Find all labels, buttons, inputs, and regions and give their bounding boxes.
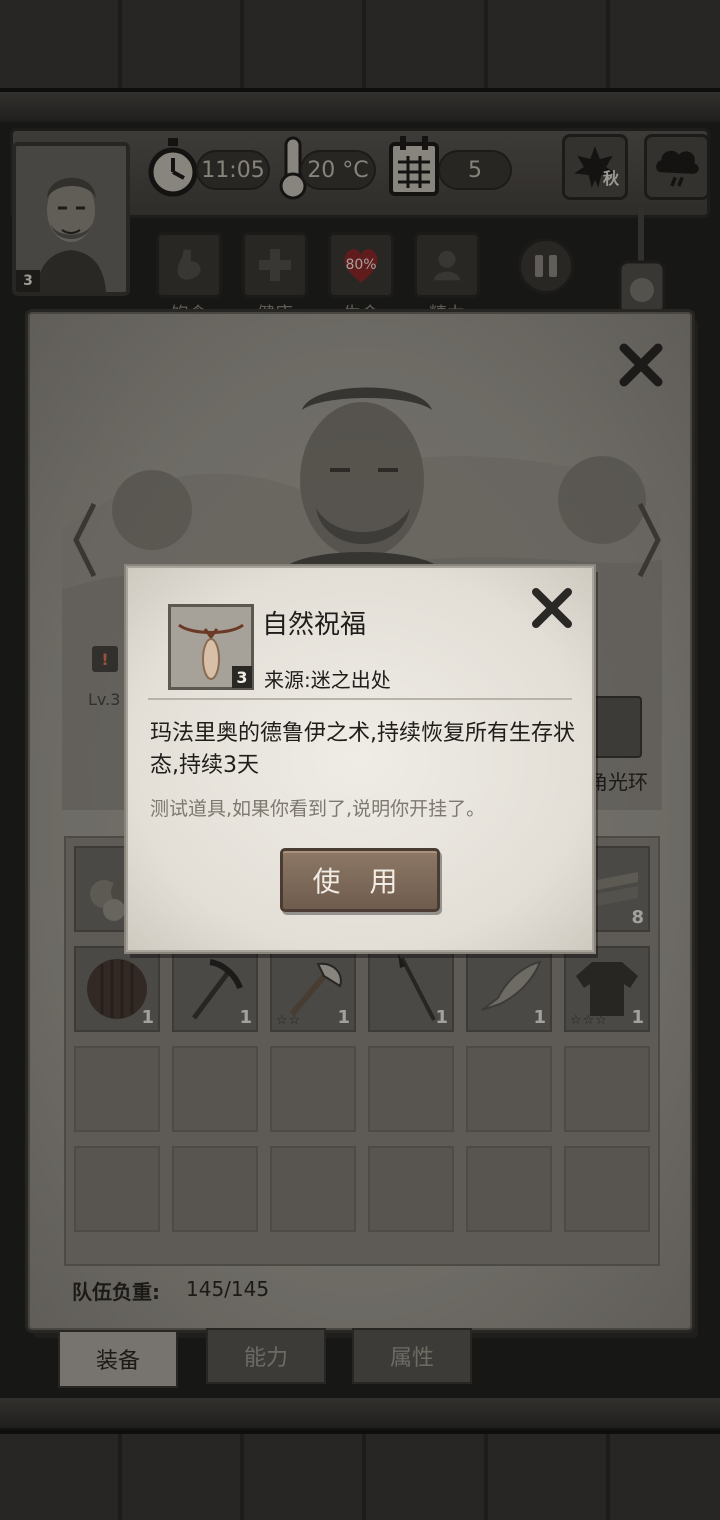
- item-icon-box: 3: [168, 604, 254, 690]
- popup-divider: [148, 698, 572, 700]
- popup-close-icon[interactable]: [528, 584, 576, 632]
- item-description: 玛法里奥的德鲁伊之术,持续恢复所有生存状态,持续3天: [150, 721, 575, 778]
- item-note: 测试道具,如果你看到了,说明你开挂了。: [150, 798, 486, 820]
- item-name: 自然祝福: [262, 610, 367, 640]
- item-source: 来源:迷之出处: [264, 668, 391, 692]
- use-item-button[interactable]: 使 用: [280, 848, 440, 912]
- item-count-badge: 3: [232, 666, 252, 688]
